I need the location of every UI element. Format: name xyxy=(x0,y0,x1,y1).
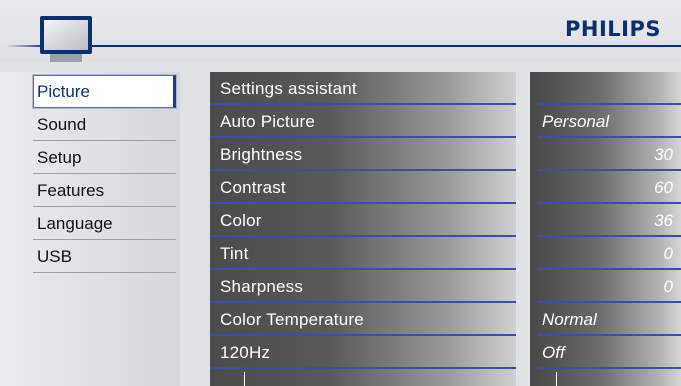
value-tint: 0 xyxy=(538,237,681,270)
main-menu: Picture Sound Setup Features Language US… xyxy=(0,72,180,386)
value-120hz: Off xyxy=(538,336,681,369)
scroll-marker-right xyxy=(556,372,557,386)
setting-contrast[interactable]: Contrast xyxy=(210,171,516,204)
setting-sharpness[interactable]: Sharpness xyxy=(210,270,516,303)
tv-icon xyxy=(40,16,92,66)
value-sharpness: 0 xyxy=(538,270,681,303)
menu-item-features[interactable]: Features xyxy=(33,174,176,207)
setting-color[interactable]: Color xyxy=(210,204,516,237)
menu-item-picture[interactable]: Picture xyxy=(33,75,176,108)
setting-120hz[interactable]: 120Hz xyxy=(210,336,516,369)
setting-color-temperature[interactable]: Color Temperature xyxy=(210,303,516,336)
setting-settings-assistant[interactable]: Settings assistant xyxy=(210,72,516,105)
setting-brightness[interactable]: Brightness xyxy=(210,138,516,171)
settings-list: Settings assistant Auto Picture Brightne… xyxy=(210,72,516,386)
setting-tint[interactable]: Tint xyxy=(210,237,516,270)
scroll-marker-left xyxy=(244,372,245,386)
value-color: 36 xyxy=(538,204,681,237)
value-contrast: 60 xyxy=(538,171,681,204)
settings-values: Personal 30 60 36 0 0 Normal Off xyxy=(530,72,681,386)
setting-auto-picture[interactable]: Auto Picture xyxy=(210,105,516,138)
menu-item-usb[interactable]: USB xyxy=(33,240,176,273)
header-divider xyxy=(40,45,681,47)
value-auto-picture: Personal xyxy=(538,105,681,138)
menu-item-setup[interactable]: Setup xyxy=(33,141,176,174)
menu-item-sound[interactable]: Sound xyxy=(33,108,176,141)
brand-logo: PHILIPS xyxy=(565,17,661,41)
value-settings-assistant xyxy=(538,72,681,105)
value-color-temperature: Normal xyxy=(538,303,681,336)
value-brightness: 30 xyxy=(538,138,681,171)
menu-item-language[interactable]: Language xyxy=(33,207,176,240)
